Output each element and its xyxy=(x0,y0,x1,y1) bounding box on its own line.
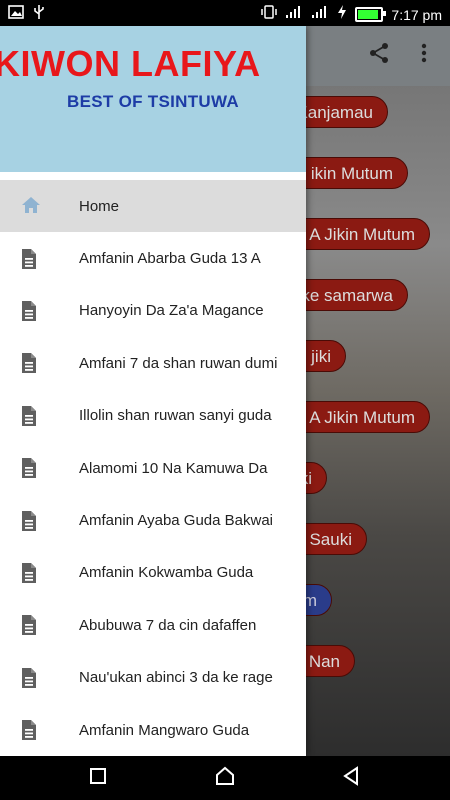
usb-icon xyxy=(32,4,46,25)
document-icon xyxy=(20,405,40,427)
document-icon xyxy=(20,510,40,532)
drawer-item-label: Alamomi 10 Na Kamuwa Da xyxy=(79,459,268,477)
drawer-item-6[interactable]: Amfanin Ayaba Guda Bakwai xyxy=(0,494,306,546)
drawer-item-5[interactable]: Alamomi 10 Na Kamuwa Da xyxy=(0,442,306,494)
system-nav-bar xyxy=(0,756,450,800)
drawer-header: KIWON LAFIYA BEST OF TSINTUWA xyxy=(0,26,306,172)
drawer-item-label: Illolin shan ruwan sanyi guda xyxy=(79,407,272,425)
status-bar: 7:17 pm xyxy=(0,0,450,26)
clock: 7:17 pm xyxy=(391,6,442,23)
recents-button[interactable] xyxy=(83,764,113,792)
document-icon xyxy=(20,248,40,270)
recents-icon xyxy=(89,767,107,790)
document-icon xyxy=(20,614,40,636)
drawer-item-1[interactable]: Amfanin Abarba Guda 13 A xyxy=(0,232,306,284)
drawer-item-10[interactable]: Amfanin Mangwaro Guda xyxy=(0,704,306,756)
drawer-item-label: Amfanin Mangwaro Guda xyxy=(79,721,250,739)
drawer-item-label: Abubuwa 7 da cin dafaffen xyxy=(79,616,257,634)
drawer-item-label: Amfanin Ayaba Guda Bakwai xyxy=(79,512,274,530)
home-nav-icon xyxy=(214,765,236,792)
drawer-item-9[interactable]: Nau'ukan abinci 3 da ke rage xyxy=(0,652,306,704)
charging-icon xyxy=(337,5,347,24)
drawer-menu: Home Amfanin Abarba Guda 13 A Hanyoyin Da … xyxy=(0,180,306,756)
signal-icon xyxy=(285,5,303,24)
drawer-item-label: Amfani 7 da shan ruwan dumi xyxy=(79,354,278,372)
drawer-item-8[interactable]: Abubuwa 7 da cin dafaffen xyxy=(0,599,306,651)
drawer-item-2[interactable]: Hanyoyin Da Za'a Magance xyxy=(0,285,306,337)
drawer-item-3[interactable]: Amfani 7 da shan ruwan dumi xyxy=(0,337,306,389)
drawer-item-label: Amfanin Abarba Guda 13 A xyxy=(79,250,261,268)
document-icon xyxy=(20,719,40,741)
drawer-item-label: Hanyoyin Da Za'a Magance xyxy=(79,302,264,320)
drawer-item-4[interactable]: Illolin shan ruwan sanyi guda xyxy=(0,390,306,442)
back-button[interactable] xyxy=(336,764,366,792)
drawer-item-label: Home xyxy=(79,197,120,215)
battery-icon xyxy=(355,7,387,22)
more-vert-icon[interactable] xyxy=(420,42,428,70)
drawer-item-label: Amfanin Kokwamba Guda xyxy=(79,564,254,582)
home-icon xyxy=(20,195,40,217)
document-icon xyxy=(20,667,40,689)
app-title: KIWON LAFIYA xyxy=(0,43,261,84)
share-icon[interactable] xyxy=(368,42,390,70)
signal-icon-2 xyxy=(311,5,329,24)
document-icon xyxy=(20,352,40,374)
home-nav-button[interactable] xyxy=(210,764,240,792)
document-icon xyxy=(20,457,40,479)
document-icon xyxy=(20,562,40,584)
image-notification-icon xyxy=(8,4,24,25)
drawer-item-0[interactable]: Home xyxy=(0,180,306,233)
vibrate-icon xyxy=(261,4,278,25)
document-icon xyxy=(20,300,40,322)
app-subtitle: BEST OF TSINTUWA xyxy=(67,92,239,111)
back-icon xyxy=(341,765,361,791)
navigation-drawer: KIWON LAFIYA BEST OF TSINTUWA Home Amfani… xyxy=(0,26,306,756)
drawer-item-7[interactable]: Amfanin Kokwamba Guda xyxy=(0,547,306,599)
header-divider xyxy=(0,172,306,180)
drawer-item-label: Nau'ukan abinci 3 da ke rage xyxy=(79,669,273,687)
